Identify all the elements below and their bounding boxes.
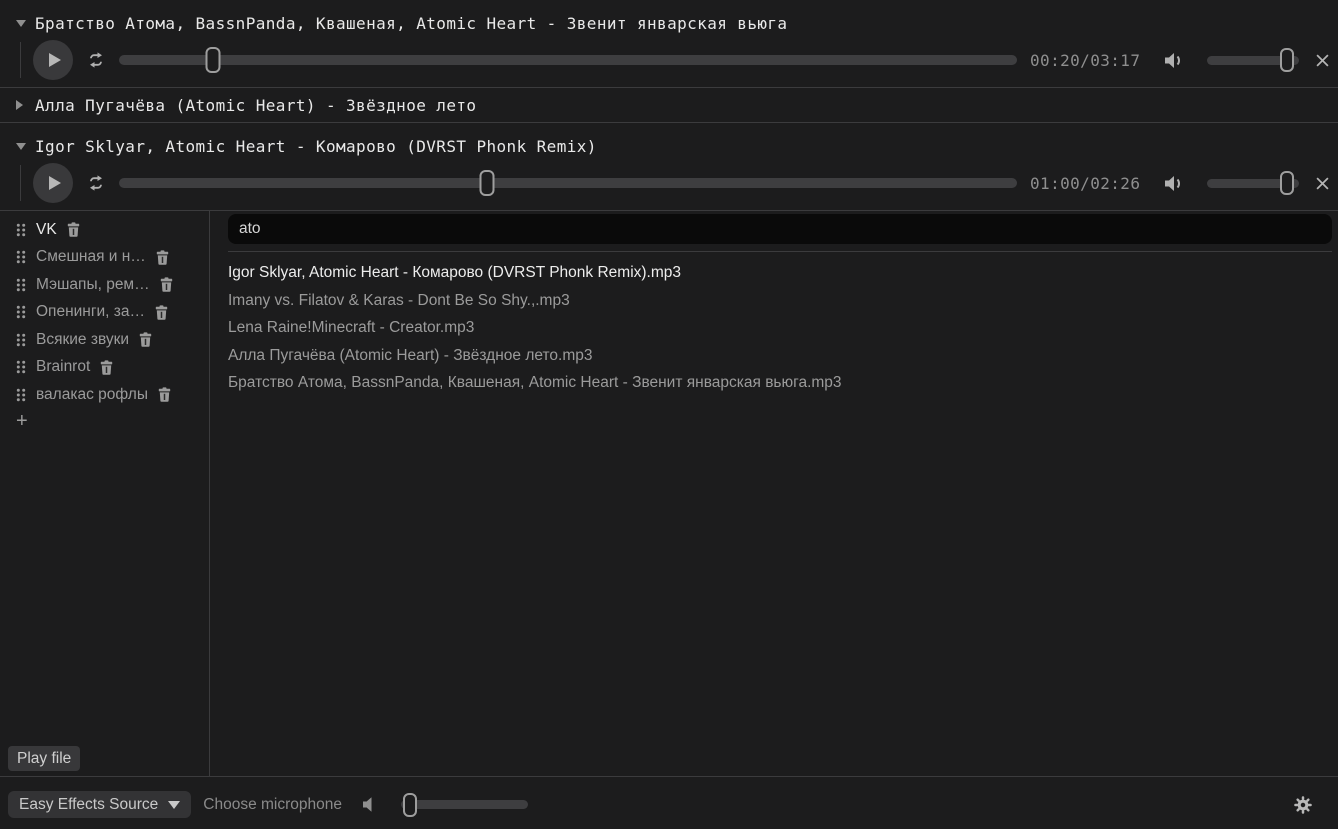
drag-handle-icon[interactable] (16, 305, 26, 319)
mic-volume-handle[interactable] (403, 793, 417, 817)
playlist-sidebar: VK Смешная и н… Мэшапы, рем… Опенинги, з… (0, 211, 210, 776)
file-item[interactable]: Lena Raine!Minecraft - Creator.mp3 (228, 314, 1332, 342)
file-item[interactable]: Igor Sklyar, Atomic Heart - Комарово (DV… (228, 259, 1332, 287)
sidebar-item-valakas[interactable]: валакас рофлы (16, 381, 209, 409)
file-list: Igor Sklyar, Atomic Heart - Комарово (DV… (228, 259, 1332, 397)
seek-slider[interactable] (119, 55, 1017, 65)
playlist-label[interactable]: валакас рофлы (36, 386, 148, 404)
playlist-label[interactable]: VK (36, 221, 57, 239)
time-display: 00:20/03:17 (1030, 51, 1144, 70)
player-title: Алла Пугачёва (Atomic Heart) - Звёздное … (35, 96, 476, 115)
volume-icon[interactable] (1163, 174, 1184, 193)
trash-icon[interactable] (155, 305, 168, 320)
play-icon (49, 176, 61, 190)
trash-icon[interactable] (158, 387, 171, 402)
gear-icon[interactable] (1292, 794, 1314, 816)
trash-icon[interactable] (139, 332, 152, 347)
player-1-summary[interactable]: Братство Атома, BassnPanda, Квашеная, At… (0, 0, 1338, 40)
close-icon[interactable] (1311, 172, 1333, 194)
muted-volume-icon[interactable] (362, 796, 376, 813)
playlist-label[interactable]: Всякие звуки (36, 331, 129, 349)
drag-handle-icon[interactable] (16, 388, 26, 402)
volume-handle[interactable] (1280, 48, 1294, 72)
player-3-summary[interactable]: Igor Sklyar, Atomic Heart - Комарово (DV… (0, 123, 1338, 163)
player-2-summary[interactable]: Алла Пугачёва (Atomic Heart) - Звёздное … (0, 88, 1338, 122)
collapse-icon[interactable] (16, 20, 26, 27)
trash-icon[interactable] (67, 222, 80, 237)
file-item[interactable]: Братство Атома, BassnPanda, Квашеная, At… (228, 369, 1332, 397)
drag-handle-icon[interactable] (16, 250, 26, 264)
repeat-icon[interactable] (87, 174, 105, 192)
indent-line (20, 42, 33, 78)
trash-icon[interactable] (100, 360, 113, 375)
volume-handle[interactable] (1280, 171, 1294, 195)
seek-handle[interactable] (480, 170, 495, 196)
player-row-1: Братство Атома, BassnPanda, Квашеная, At… (0, 0, 1338, 88)
drag-handle-icon[interactable] (16, 223, 26, 237)
playlist-label[interactable]: Опенинги, за… (36, 303, 145, 321)
volume-icon[interactable] (1163, 51, 1184, 70)
file-item[interactable]: Imany vs. Filatov & Karas - Dont Be So S… (228, 287, 1332, 315)
player-1-controls: 00:20/03:17 (0, 40, 1338, 80)
file-browser: Igor Sklyar, Atomic Heart - Комарово (DV… (210, 211, 1338, 776)
mic-volume-slider[interactable] (401, 800, 528, 809)
seek-handle[interactable] (206, 47, 221, 73)
player-title: Igor Sklyar, Atomic Heart - Комарово (DV… (35, 137, 597, 156)
source-selector-label: Easy Effects Source (19, 796, 158, 814)
search-input[interactable] (228, 214, 1332, 244)
trash-icon[interactable] (160, 277, 173, 292)
add-playlist-button[interactable]: + (16, 409, 36, 436)
repeat-icon[interactable] (87, 51, 105, 69)
playlist-label[interactable]: Мэшапы, рем… (36, 276, 150, 294)
player-row-2: Алла Пугачёва (Atomic Heart) - Звёздное … (0, 88, 1338, 123)
drag-handle-icon[interactable] (16, 360, 26, 374)
play-button[interactable] (33, 163, 73, 203)
sidebar-item-sounds[interactable]: Всякие звуки (16, 326, 209, 354)
sidebar-item-vk[interactable]: VK (16, 216, 209, 244)
trash-icon[interactable] (156, 250, 169, 265)
plus-icon: + (16, 410, 28, 432)
playlist-label[interactable]: Brainrot (36, 358, 90, 376)
player-row-3: Igor Sklyar, Atomic Heart - Комарово (DV… (0, 123, 1338, 211)
source-selector[interactable]: Easy Effects Source (8, 791, 191, 818)
sidebar-item-brainrot[interactable]: Brainrot (16, 354, 209, 382)
drag-handle-icon[interactable] (16, 278, 26, 292)
indent-line (20, 165, 33, 201)
content-area: VK Смешная и н… Мэшапы, рем… Опенинги, з… (0, 211, 1338, 776)
soundboard-app: Братство Атома, BassnPanda, Квашеная, At… (0, 0, 1338, 829)
play-button[interactable] (33, 40, 73, 80)
collapse-icon[interactable] (16, 143, 26, 150)
file-item[interactable]: Алла Пугачёва (Atomic Heart) - Звёздное … (228, 342, 1332, 370)
player-title: Братство Атома, BassnPanda, Квашеная, At… (35, 14, 787, 33)
close-icon[interactable] (1311, 49, 1333, 71)
choose-microphone-label: Choose microphone (203, 796, 342, 814)
microphone-bar: Easy Effects Source Choose microphone (0, 776, 1338, 829)
play-file-button[interactable]: Play file (8, 746, 80, 771)
playlist-label[interactable]: Смешная и н… (36, 248, 146, 266)
search-underline (228, 251, 1332, 252)
expand-icon[interactable] (16, 100, 23, 110)
sidebar-item-mashups[interactable]: Мэшапы, рем… (16, 271, 209, 299)
time-display: 01:00/02:26 (1030, 174, 1144, 193)
seek-slider[interactable] (119, 178, 1017, 188)
drag-handle-icon[interactable] (16, 333, 26, 347)
volume-slider[interactable] (1207, 56, 1299, 65)
sidebar-item-smeshnaya[interactable]: Смешная и н… (16, 244, 209, 272)
volume-slider[interactable] (1207, 179, 1299, 188)
sidebar-item-openings[interactable]: Опенинги, за… (16, 299, 209, 327)
chevron-down-icon (168, 801, 180, 809)
player-3-controls: 01:00/02:26 (0, 163, 1338, 203)
play-icon (49, 53, 61, 67)
